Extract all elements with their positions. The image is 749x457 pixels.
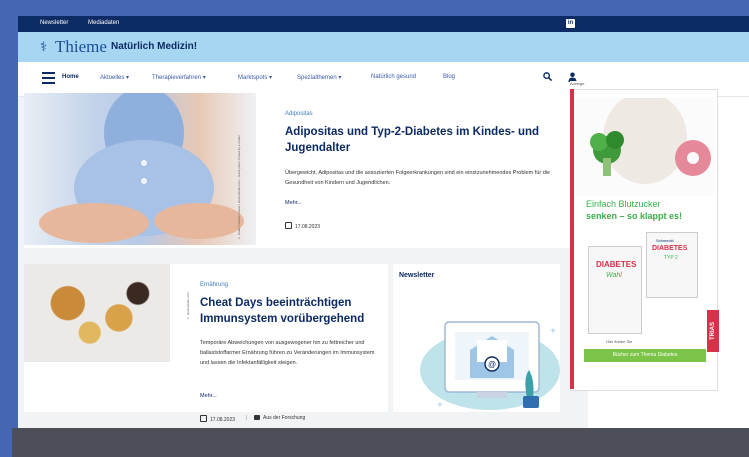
article-image-child[interactable] [24,93,256,245]
ad-headline: Einfach Blutzucker senken – so klappt es! [586,198,682,222]
photo-credit: © stock.adobe.com [186,292,190,320]
article-source[interactable]: Aus der Forschung [254,415,305,421]
nav-item-natuerlich-gesund[interactable]: Natürlich gesund [371,74,416,80]
book-kicker: Schmeckt [656,238,674,243]
read-more-link[interactable]: Mehr... [285,200,302,206]
child-illustration [39,93,244,243]
book-title: DIABETES [596,260,637,269]
article-date-value: 17.08.2023 [295,224,321,230]
article-date: 17.08.2023 [200,415,235,423]
calendar-icon [285,222,292,229]
article-date: 17.08.2023 [285,222,320,230]
article-title[interactable]: Cheat Days beeinträchtigen Immunsystem v… [200,295,380,327]
ad-label: Anzeige [570,81,731,89]
logo-text[interactable]: Thieme [55,37,107,57]
newsletter-title[interactable]: Newsletter [399,272,434,279]
ad-headline-line2: senken – so klappt es! [586,211,683,221]
svg-text:+: + [550,326,556,337]
book-title: DIABETES [652,245,688,252]
newsletter-link[interactable]: Newsletter [40,20,68,26]
ad-hero-image [575,98,715,196]
nav-item-home[interactable]: Home [62,74,79,80]
ad-accent-band [570,89,574,389]
top-bar: Newsletter Mediadaten in [18,16,749,32]
meta-separator: | [246,415,248,421]
hamburger-menu-icon[interactable] [42,72,55,84]
book-subtitle: TYP 2 [664,255,678,261]
book-subtitle: Wahl [606,272,622,279]
thieme-logo-icon[interactable]: ⚕ [40,39,47,55]
search-icon[interactable] [543,72,552,81]
article-source-value: Aus der Forschung [263,415,306,421]
ad-small-text: Hier finden Sie [606,339,633,344]
trias-logo: TRIAS [707,310,719,352]
article-category[interactable]: Adipositas [285,111,313,117]
article-category[interactable]: Ernährung [200,282,228,288]
newsletter-illustration: @ + + [420,321,560,411]
nav-item-marktspots[interactable]: Marktspots ▾ [238,74,272,81]
tagline: Natürlich Medizin! [111,41,198,52]
nav-item-blog[interactable]: Blog [443,74,455,80]
mediadaten-link[interactable]: Mediadaten [88,20,119,26]
ad-cta-button[interactable]: Bücher zum Thema Diabetes [584,349,706,362]
calendar-icon [200,415,207,422]
article-title[interactable]: Adipositas und Typ-2-Diabetes im Kindes-… [285,124,547,156]
ad-headline-line1: Einfach Blutzucker [586,199,661,209]
device-frame-bottom [12,428,749,457]
svg-text:@: @ [488,360,496,369]
linkedin-icon[interactable]: in [566,19,575,28]
nav-item-therapieverfahren[interactable]: Therapieverfahren ▾ [152,74,206,81]
folder-icon [254,415,260,420]
read-more-link[interactable]: Mehr... [200,393,217,399]
article-teaser: Übergewicht, Adipositas und die assoziie… [285,170,551,186]
nav-item-spezialthemen[interactable]: Spezialthemen ▾ [297,74,341,81]
nav-item-aktuelles[interactable]: Aktuelles ▾ [100,74,129,81]
photo-credit: © Inside Creative House / stock.adobe.co… [237,135,241,240]
article-date-value: 17.08.2023 [210,417,236,423]
article-image-food[interactable] [24,264,170,362]
article-teaser: Temporäre Abweichungen von ausgewogener … [200,340,375,366]
svg-text:+: + [437,400,443,411]
